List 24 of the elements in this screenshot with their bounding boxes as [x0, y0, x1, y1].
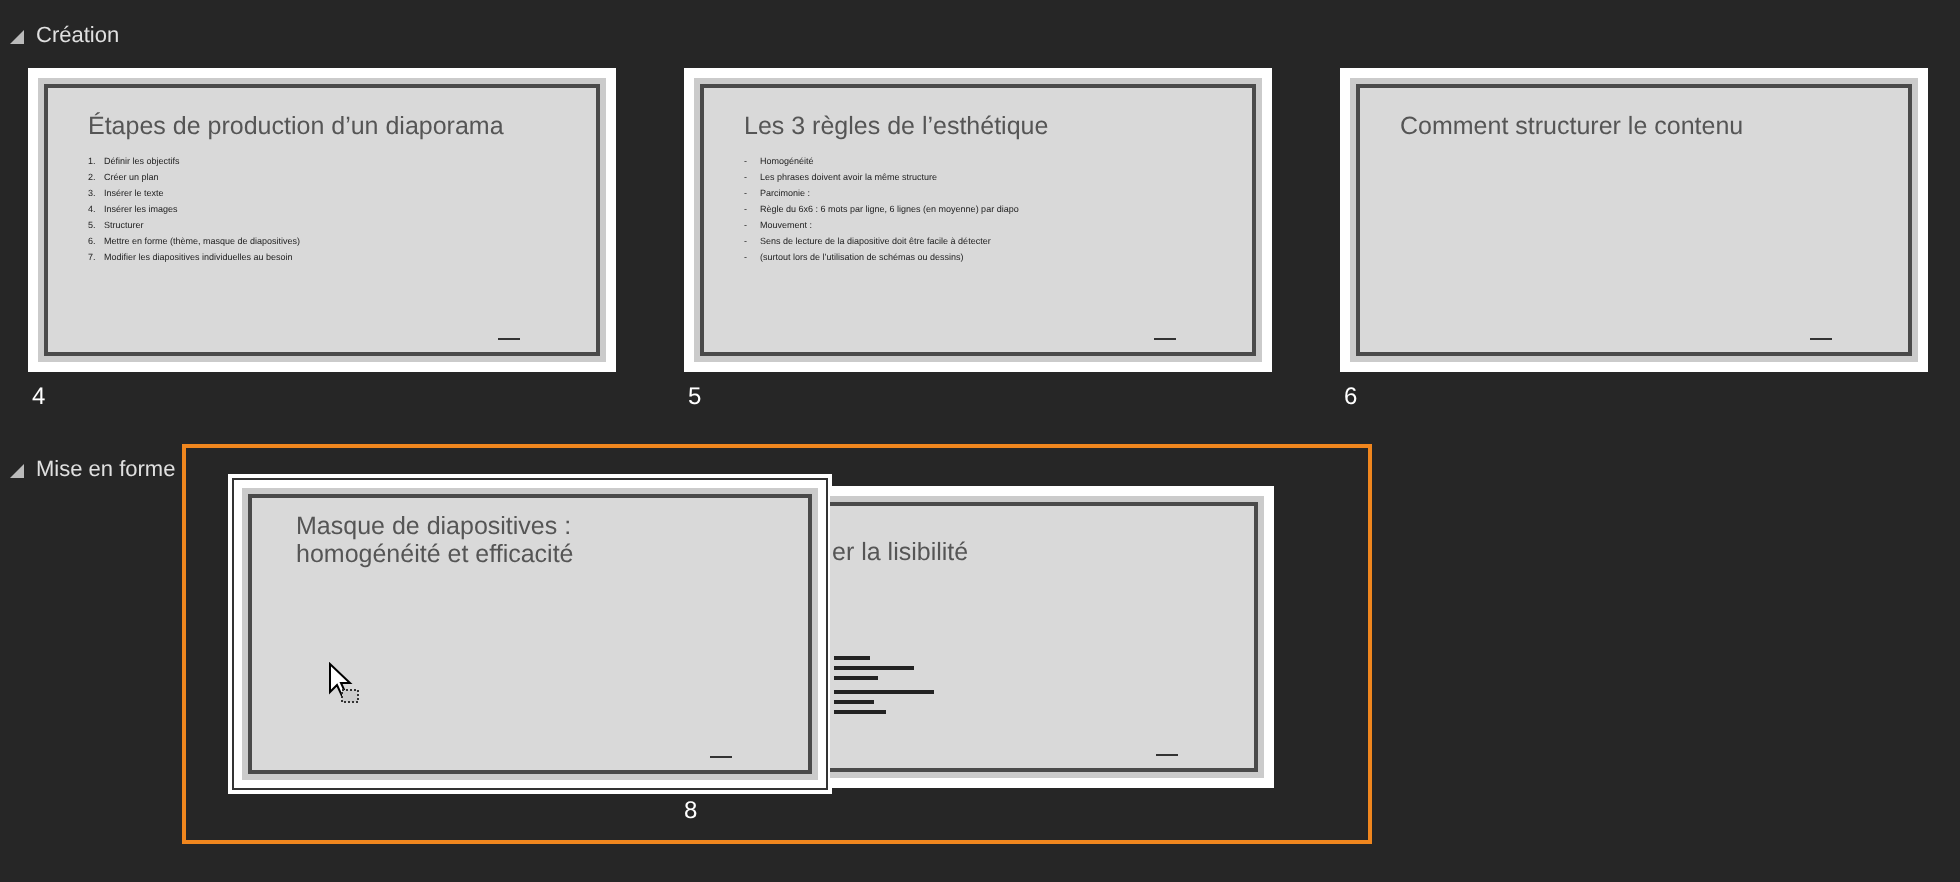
footer-mark [498, 337, 520, 340]
slide-number: 6 [1342, 382, 1358, 410]
cursor-icon [328, 662, 360, 706]
slide-title: er la lisibilité [832, 538, 969, 566]
slide-title: Masque de diapositives : homogénéité et efficacité [296, 512, 576, 568]
slide-title: Comment structurer le contenu [1400, 112, 1746, 140]
slide-title: Les 3 règles de l’esthétique [744, 112, 1051, 140]
slide-title: Étapes de production d’un diaporama [88, 112, 506, 140]
footer-mark [710, 755, 732, 758]
footer-mark [1154, 337, 1176, 340]
section-title[interactable]: Mise en forme [36, 458, 176, 482]
section-title[interactable]: Création [36, 24, 120, 48]
slide-thumbnail[interactable]: Comment structurer le contenu [1340, 68, 1928, 372]
footer-mark [1810, 337, 1832, 340]
slide-thumbnail[interactable] [28, 68, 616, 372]
slide-number: 4 [30, 382, 46, 410]
footer-mark [1156, 753, 1178, 756]
expand-icon[interactable] [10, 463, 24, 477]
expand-icon[interactable] [10, 29, 24, 43]
slide-number: 8 [684, 796, 698, 824]
slide-thumbnail[interactable] [684, 68, 1272, 372]
slide-thumbnail[interactable]: er la lisibilité [830, 486, 1274, 788]
slide-number: 5 [686, 382, 702, 410]
dragged-slide[interactable]: Masque de diapositives : homogénéité et efficacité [228, 474, 832, 794]
